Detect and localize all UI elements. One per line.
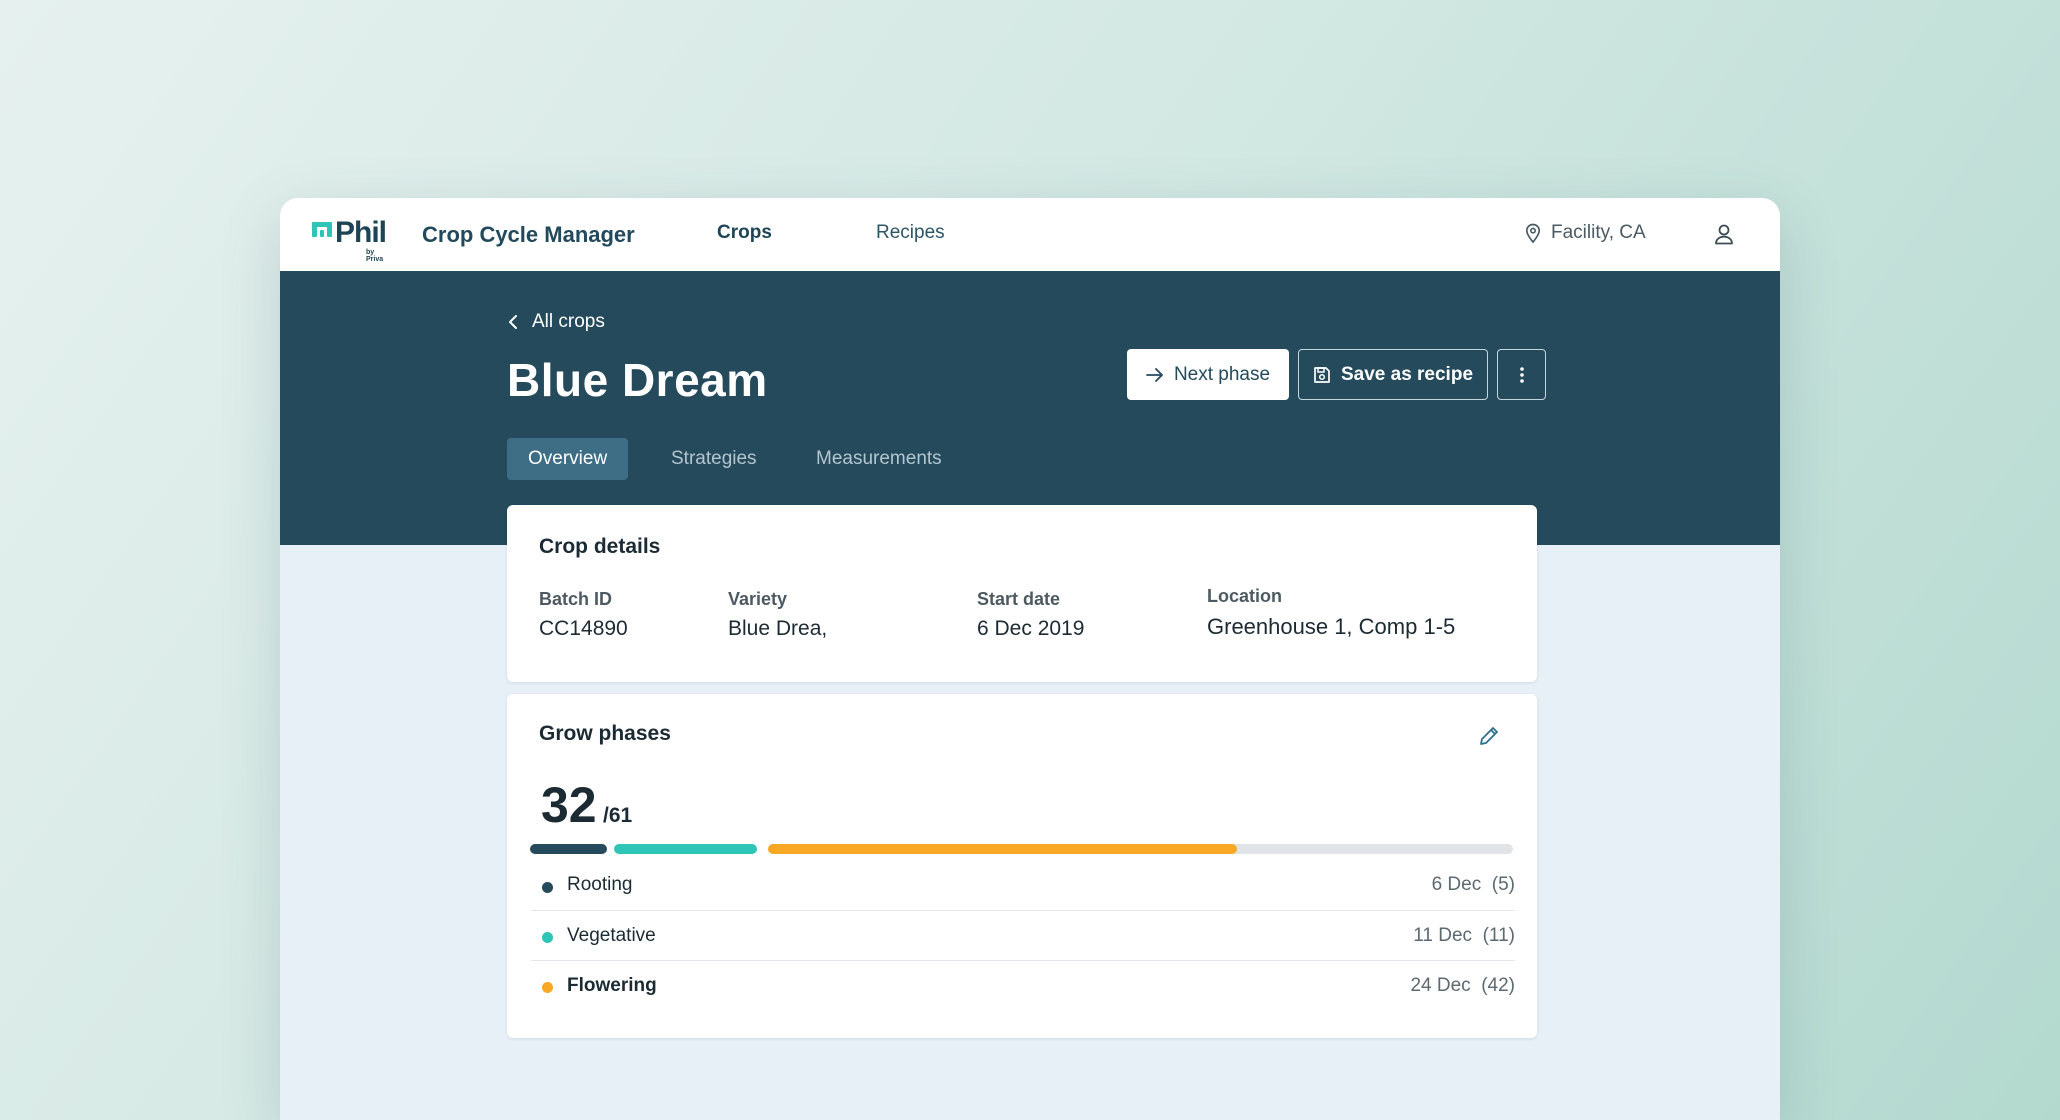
variety-label: Variety: [728, 589, 788, 609]
save-as-recipe-button[interactable]: Save as recipe: [1298, 349, 1488, 400]
rooting-dot-icon: [542, 881, 553, 893]
start-date-label: Start date: [977, 589, 1061, 609]
vegetative-progress-segment: [614, 844, 757, 854]
crop-details-card: Crop details Batch ID CC14890 Variety Bl…: [507, 505, 1537, 682]
logo-text: Phil: [335, 216, 387, 249]
logo-mark-icon: [312, 222, 332, 242]
logo-subtext: by Priva: [366, 249, 384, 263]
phase-date: 6 Dec (5): [1431, 874, 1515, 895]
nav-item-crops[interactable]: Crops: [717, 222, 772, 244]
location-value: Greenhouse 1, Comp 1-5: [1207, 614, 1456, 639]
tab-strategies[interactable]: Strategies: [650, 438, 778, 480]
location-label: Location: [1207, 586, 1282, 606]
phase-date: 11 Dec (11): [1413, 924, 1515, 946]
nav-item-recipes[interactable]: Recipes: [876, 222, 945, 244]
phase-name: Rooting: [567, 874, 633, 895]
batch-id-value: CC14890: [539, 617, 628, 640]
app-title: Crop Cycle Manager: [422, 222, 635, 247]
start-date-value: 6 Dec 2019: [977, 617, 1085, 640]
grow-phases-title: Grow phases: [539, 722, 671, 745]
page-title: Blue Dream: [507, 354, 768, 406]
tab-measurements[interactable]: Measurements: [795, 438, 963, 480]
facility-label: Facility, CA: [1551, 222, 1646, 243]
phase-date: 24 Dec (42): [1410, 974, 1515, 996]
batch-id-label: Batch ID: [539, 589, 613, 609]
phase-name: Vegetative: [567, 924, 656, 946]
arrow-right-icon: [1146, 367, 1163, 382]
phil-logo[interactable]: Phil by Priva: [312, 216, 387, 263]
vegetative-dot-icon: [542, 932, 553, 943]
top-navigation-bar: Phil by Priva Crop Cycle Manager Crops R…: [280, 198, 1780, 271]
more-options-button[interactable]: [1497, 349, 1546, 400]
phase-row-flowering[interactable]: Flowering 24 Dec (42): [531, 960, 1515, 1010]
phase-row-rooting[interactable]: Rooting 6 Dec (5): [531, 860, 1515, 910]
phase-row-vegetative[interactable]: Vegetative 11 Dec (11): [531, 910, 1515, 960]
save-icon: [1314, 366, 1330, 383]
app-window: Phil by Priva Crop Cycle Manager Crops R…: [280, 198, 1780, 1120]
save-as-recipe-label: Save as recipe: [1340, 363, 1474, 385]
crop-details-title: Crop details: [539, 535, 661, 558]
rooting-progress-segment: [530, 844, 607, 854]
flowering-dot-icon: [542, 982, 553, 993]
flowering-progress-segment: [768, 844, 1237, 854]
grow-phases-card: Grow phases 32 /61 Rooting 6 Dec (5) Veg…: [507, 694, 1537, 1038]
tab-overview[interactable]: Overview: [507, 438, 629, 480]
total-days: /61: [603, 804, 633, 827]
crop-header: All crops Blue Dream Next phase Save as …: [280, 271, 1780, 545]
pencil-icon[interactable]: [1477, 724, 1501, 748]
location-pin-icon: [1525, 223, 1541, 243]
back-link[interactable]: All crops: [508, 311, 605, 333]
next-phase-label: Next phase: [1173, 363, 1271, 385]
facility-selector[interactable]: Facility, CA: [1525, 222, 1646, 244]
user-icon[interactable]: [1713, 223, 1735, 245]
next-phase-button[interactable]: Next phase: [1127, 349, 1289, 400]
variety-value: Blue Drea,: [728, 617, 828, 640]
chevron-left-icon: [509, 315, 517, 329]
back-link-label: All crops: [532, 311, 605, 332]
phase-name: Flowering: [567, 974, 657, 996]
more-vertical-icon: [1519, 366, 1524, 383]
current-day-count: 32: [541, 777, 597, 833]
